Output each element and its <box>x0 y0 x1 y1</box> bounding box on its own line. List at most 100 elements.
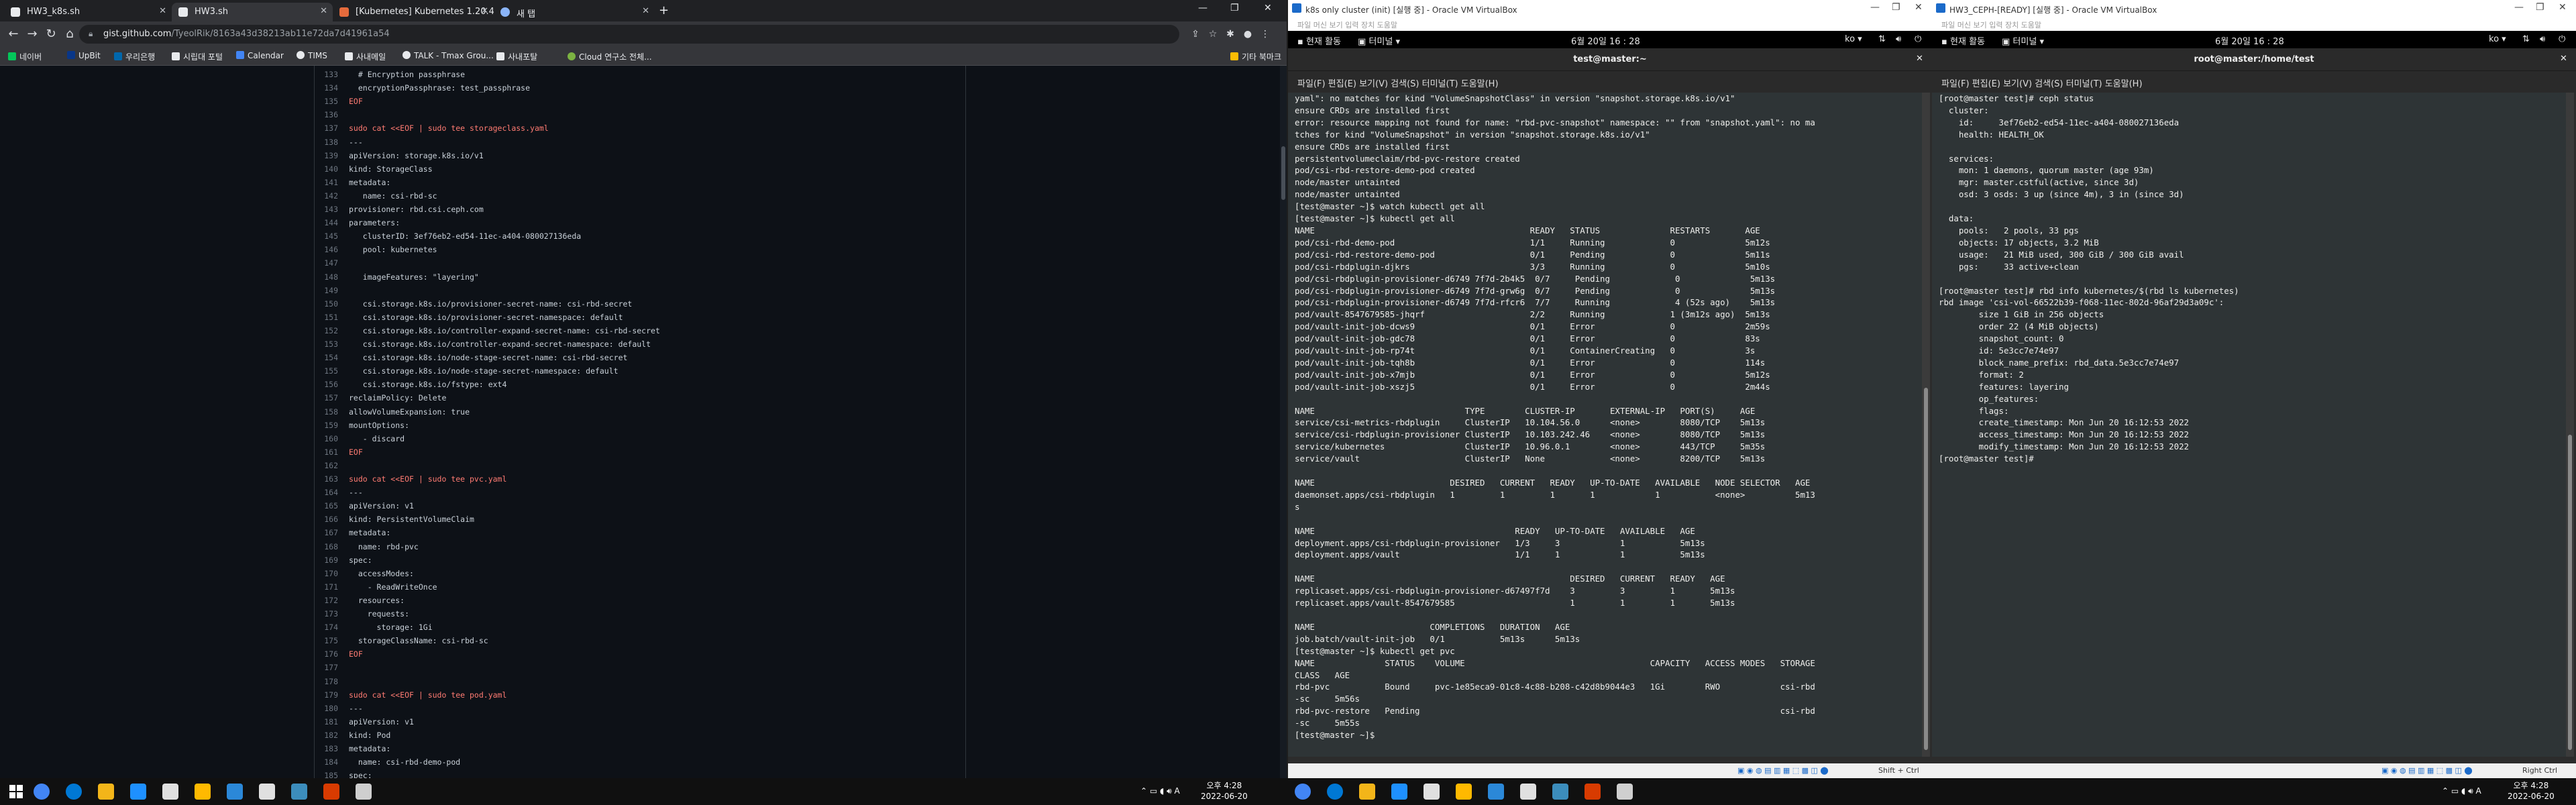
taskbar-settings-icon[interactable] <box>1617 784 1633 800</box>
taskbar-vscode-icon[interactable] <box>227 784 243 800</box>
taskbar-search-icon[interactable] <box>1295 784 1311 800</box>
terminal-menu-bar[interactable]: 파일(F) 편집(E) 보기(V) 검색(S) 터미널(T) 도움말(H) <box>1932 71 2576 93</box>
close-window-icon[interactable]: ✕ <box>1264 3 1272 13</box>
extensions-icon[interactable]: ✱ <box>1222 28 1238 41</box>
taskbar-chrome-icon[interactable] <box>1327 784 1343 800</box>
close-tab-icon[interactable]: ✕ <box>481 6 488 16</box>
share-icon[interactable]: ⇪ <box>1187 28 1203 41</box>
scrollbar-thumb[interactable] <box>2568 435 2572 750</box>
taskbar-explorer-icon[interactable] <box>195 784 211 800</box>
vm-device-icons[interactable]: ▣ ◉ ◍ ▤ ▥ ▦ ⬚ ▩ ◫ ⬤ <box>1737 766 1829 775</box>
terminal-output[interactable]: yaml": no matches for kind "VolumeSnapsh… <box>1288 93 1922 757</box>
tray-icons-right[interactable]: ⌃ ▭ ◖ 🔊︎ A <box>2442 786 2481 796</box>
taskbar-search-icon[interactable] <box>34 784 50 800</box>
tab-kubernetes[interactable]: [Kubernetes] Kubernetes 1.20.4 ✕ <box>333 3 494 21</box>
tab-hw3-k8s[interactable]: HW3_k8s.sh ✕ <box>4 3 172 21</box>
bookmark-talk[interactable]: TALK - Tmax Grou... <box>402 51 494 60</box>
close-tab-icon[interactable]: ✕ <box>159 6 166 16</box>
bookmark-upbit[interactable]: UpBit <box>67 51 101 60</box>
close-window-icon[interactable]: ✕ <box>2559 2 2567 13</box>
bookmark-intranet[interactable]: 사내포탈 <box>496 51 537 62</box>
network-icon[interactable]: ⇅ <box>2522 34 2530 44</box>
taskbar-app-icon[interactable] <box>1585 784 1601 800</box>
minimize-window-icon[interactable]: — <box>1198 3 1208 13</box>
taskbar-terminal-icon[interactable] <box>1520 784 1536 800</box>
taskbar-clock-right[interactable]: 오후 4:28 2022-06-20 <box>2508 780 2555 802</box>
taskbar-store-icon[interactable] <box>1391 784 1407 800</box>
menu-icon[interactable]: ⋮ <box>1257 28 1273 41</box>
home-icon[interactable]: ⌂ <box>62 28 78 41</box>
code-text: csi.storage.k8s.io/controller-expand-sec… <box>349 339 651 349</box>
activities-button[interactable]: ▪ 현재 활동 <box>1941 34 1985 47</box>
bookmark-tims[interactable]: TIMS <box>297 51 327 60</box>
app-menu[interactable]: ▣ 터미널 ▾ <box>1358 34 1400 47</box>
close-terminal-icon[interactable]: ✕ <box>1916 54 1923 64</box>
taskbar-mail-icon[interactable] <box>162 784 178 800</box>
minimize-window-icon[interactable]: — <box>1870 2 1880 13</box>
line-number: 138 <box>324 137 338 147</box>
terminal-output[interactable]: [root@master test]# ceph status cluster:… <box>1932 93 2566 757</box>
minimize-window-icon[interactable]: — <box>2514 2 2524 13</box>
close-tab-icon[interactable]: ✕ <box>642 6 649 16</box>
vm-menu-bar[interactable]: 파일 머신 보기 입력 장치 도움말 <box>1932 17 2576 31</box>
clock[interactable]: 6월 20일 16 : 28 <box>2215 34 2284 47</box>
power-icon[interactable]: ⏻ <box>1915 34 1921 44</box>
scrollbar-thumb[interactable] <box>1281 146 1285 200</box>
bookmark-other[interactable]: 기타 북마크 <box>1230 51 1281 62</box>
bookmark-calendar[interactable]: Calendar <box>236 51 284 60</box>
bookmark-cloud[interactable]: Cloud 연구소 전체... <box>568 51 652 62</box>
taskbar-clock-left[interactable]: 오후 4:28 2022-06-20 <box>1201 780 1248 802</box>
terminal-scrollbar[interactable] <box>2566 93 2574 757</box>
line-number: 150 <box>324 299 338 309</box>
reload-icon[interactable]: ↻ <box>43 28 59 41</box>
vm-menu-bar[interactable]: 파일 머신 보기 입력 장치 도움말 <box>1288 17 1932 31</box>
new-tab-button[interactable]: + <box>659 3 669 17</box>
maximize-window-icon[interactable]: ❐ <box>2536 2 2544 13</box>
taskbar-explorer-icon[interactable] <box>1456 784 1472 800</box>
maximize-window-icon[interactable]: ❐ <box>1230 3 1239 13</box>
back-icon[interactable]: ← <box>5 28 21 41</box>
bookmark-woori[interactable]: 우리은행 <box>114 51 155 62</box>
terminal-scrollbar[interactable] <box>1922 93 1930 757</box>
taskbar-mail-icon[interactable] <box>1424 784 1440 800</box>
input-language[interactable]: ko ▾ <box>2489 34 2506 44</box>
forward-icon[interactable]: → <box>24 28 40 41</box>
terminal-menu-bar[interactable]: 파일(F) 편집(E) 보기(V) 검색(S) 터미널(T) 도움말(H) <box>1288 71 1932 93</box>
close-terminal-icon[interactable]: ✕ <box>2560 54 2567 64</box>
taskbar-edge-icon[interactable] <box>1359 784 1375 800</box>
taskbar-terminal-icon[interactable] <box>259 784 275 800</box>
taskbar-settings-icon[interactable] <box>356 784 372 800</box>
volume-icon[interactable]: 🔊︎ <box>1896 34 1901 44</box>
bookmark-naver[interactable]: 네이버 <box>8 51 42 62</box>
tab-new[interactable]: 새 탭 ✕ <box>494 3 655 21</box>
scrollbar-thumb[interactable] <box>1924 388 1928 750</box>
address-bar[interactable]: 🔒︎ gist.github.com/TyeolRik/8163a43d3821… <box>79 25 1179 44</box>
taskbar-chrome-icon[interactable] <box>66 784 82 800</box>
taskbar-vscode-icon[interactable] <box>1488 784 1504 800</box>
network-icon[interactable]: ⇅ <box>1878 34 1886 44</box>
bookmark-portal[interactable]: 시립대 포털 <box>172 51 223 62</box>
power-icon[interactable]: ⏻ <box>2559 34 2565 44</box>
profile-icon[interactable]: ● <box>1240 28 1256 41</box>
taskbar-store-icon[interactable] <box>130 784 146 800</box>
input-language[interactable]: ko ▾ <box>1845 34 1862 44</box>
taskbar-virtualbox-icon[interactable] <box>291 784 307 800</box>
activities-button[interactable]: ▪ 현재 활동 <box>1297 34 1341 47</box>
close-window-icon[interactable]: ✕ <box>1915 2 1923 13</box>
taskbar-app-icon[interactable] <box>323 784 339 800</box>
tray-icons-left[interactable]: ⌃ ▭ ◖ 🔊︎ A <box>1140 786 1180 796</box>
windows-start-icon[interactable] <box>9 785 23 798</box>
close-tab-icon[interactable]: ✕ <box>320 6 327 16</box>
line-number: 134 <box>324 83 338 93</box>
maximize-window-icon[interactable]: ❐ <box>1892 2 1900 13</box>
page-scrollbar[interactable] <box>1280 66 1287 778</box>
bookmark-mail[interactable]: 사내메일 <box>345 51 386 62</box>
app-menu[interactable]: ▣ 터미널 ▾ <box>2002 34 2044 47</box>
clock[interactable]: 6월 20일 16 : 28 <box>1571 34 1640 47</box>
tab-hw3[interactable]: HW3.sh ✕ <box>172 3 333 21</box>
taskbar-edge-icon[interactable] <box>98 784 114 800</box>
volume-icon[interactable]: 🔊︎ <box>2540 34 2545 44</box>
taskbar-virtualbox-icon[interactable] <box>1552 784 1568 800</box>
bookmark-star-icon[interactable]: ☆ <box>1205 28 1221 41</box>
vm-device-icons[interactable]: ▣ ◉ ◍ ▤ ▥ ▦ ⬚ ▩ ◫ ⬤ <box>2381 766 2473 775</box>
